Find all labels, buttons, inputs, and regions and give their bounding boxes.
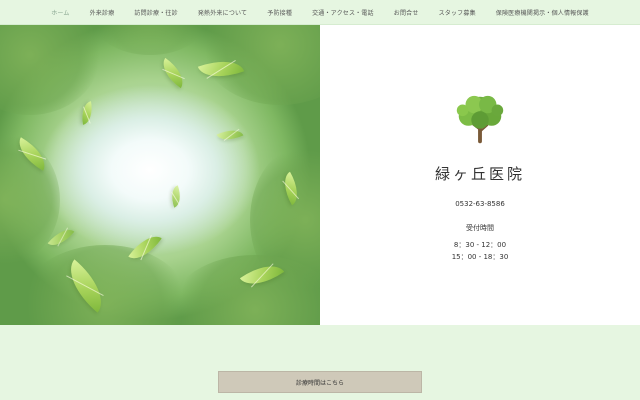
clinic-name: 緑ヶ丘医院 bbox=[434, 165, 525, 183]
global-nav: ホーム 外来診療 訪問診療・往診 発熱外来について 予防接種 交通・アクセス・電… bbox=[0, 0, 640, 25]
nav-item-notice-privacy[interactable]: 保険医療機関掲示・個人情報保護 bbox=[486, 8, 599, 17]
hours-afternoon: 15：00 - 18：30 bbox=[451, 253, 509, 261]
nav-item-home[interactable]: ホーム bbox=[41, 8, 79, 17]
foliage-blob bbox=[0, 25, 100, 115]
foliage-blob bbox=[90, 25, 210, 55]
reception-hours-title: 受付時間 bbox=[466, 224, 494, 232]
hours-morning: 8：30 - 12：00 bbox=[453, 241, 507, 249]
clinic-info-panel: 緑ヶ丘医院 0532-63-8586 受付時間 8：30 - 12：00 15：… bbox=[320, 25, 640, 325]
consultation-hours-button[interactable]: 診療時間はこちら bbox=[218, 371, 422, 393]
nav-item-recruit[interactable]: スタッフ募集 bbox=[429, 8, 486, 17]
tree-logo-icon bbox=[456, 95, 504, 144]
phone-number: 0532-63-8586 bbox=[455, 200, 505, 208]
reception-hours: 8：30 - 12：00 15：00 - 18：30 bbox=[452, 239, 509, 263]
hero-image bbox=[0, 25, 320, 325]
leaf-graphic bbox=[156, 57, 190, 89]
nav-item-outpatient[interactable]: 外来診療 bbox=[80, 8, 125, 17]
foliage-blob bbox=[170, 255, 320, 325]
nav-item-contact[interactable]: お問合せ bbox=[384, 8, 429, 17]
nav-item-access[interactable]: 交通・アクセス・電話 bbox=[302, 8, 384, 17]
leaf-graphic bbox=[167, 185, 185, 208]
nav-item-home-visit[interactable]: 訪問診療・往診 bbox=[124, 8, 187, 17]
nav-item-vaccination[interactable]: 予防接種 bbox=[257, 8, 302, 17]
nav-item-fever-clinic[interactable]: 発熱外来について bbox=[188, 8, 257, 17]
leaf-graphic bbox=[79, 101, 95, 125]
foliage-blob bbox=[20, 245, 190, 325]
leaf-graphic bbox=[216, 124, 244, 146]
